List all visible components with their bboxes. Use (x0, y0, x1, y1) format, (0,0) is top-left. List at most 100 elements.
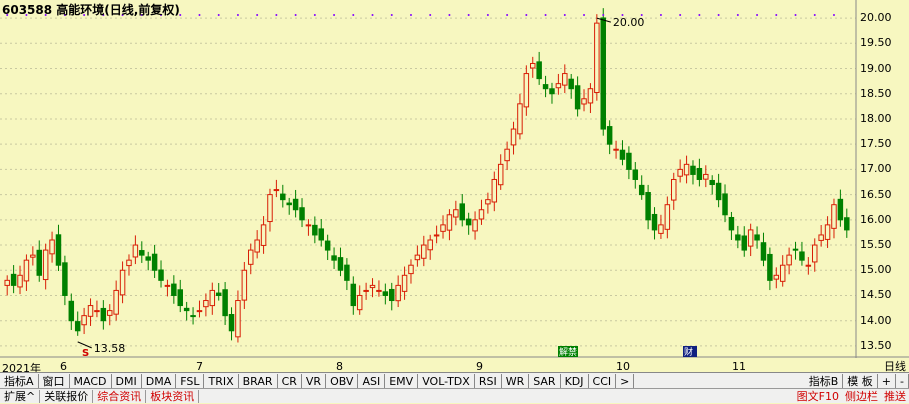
event-dot (525, 14, 528, 16)
tab-vr[interactable]: VR (302, 373, 327, 389)
indicator-tabs-bar: 指标A 窗口 MACD DMI DMA FSL TRIX BRAR CR VR … (0, 372, 909, 389)
candle-body (504, 148, 510, 162)
kline-chart-svg[interactable]: 20.00 13.58 S 解禁 财 (0, 0, 909, 358)
candle-body (818, 234, 824, 241)
y-tick-label: 17.50 (860, 137, 892, 151)
tab-rsi[interactable]: RSI (475, 373, 502, 389)
event-dot (698, 14, 701, 16)
tab-obv[interactable]: OBV (326, 373, 359, 389)
candle-body (696, 167, 703, 180)
event-dot (448, 14, 451, 16)
candle-body (703, 173, 709, 180)
sector-news-tab[interactable]: 板块资讯 (146, 389, 200, 403)
event-dot (544, 14, 547, 16)
tab-emv[interactable]: EMV (385, 373, 419, 389)
candle-body (42, 249, 49, 281)
event-dot (659, 14, 662, 16)
candle-body (401, 274, 408, 292)
event-dot (736, 14, 739, 16)
y-tick-label: 19.50 (860, 36, 892, 50)
candle-body (651, 213, 658, 231)
candle-body (228, 314, 235, 332)
tab-macd[interactable]: MACD (70, 373, 112, 389)
unlock-marker: 解禁 (559, 346, 577, 358)
y-tick-label: 18.00 (860, 111, 892, 125)
candle-body (260, 224, 267, 246)
candle-body (23, 259, 30, 282)
tab-dma[interactable]: DMA (142, 373, 177, 389)
event-dot (198, 14, 201, 16)
candle-body (4, 279, 10, 286)
candle-body (151, 253, 158, 271)
candle-body (715, 182, 722, 201)
candle-body (786, 254, 792, 266)
y-tick-label: 20.00 (860, 11, 892, 25)
tab-fsl[interactable]: FSL (176, 373, 205, 389)
candle-body (183, 307, 190, 312)
tab-kdj[interactable]: KDJ (561, 373, 589, 389)
tab-more[interactable]: > (616, 373, 635, 389)
tab-vol-tdx[interactable]: VOL-TDX (418, 373, 475, 389)
tab-cci[interactable]: CCI (589, 373, 617, 389)
candle-body (645, 192, 651, 221)
high-price-label: 20.00 (613, 16, 645, 29)
candle-body (812, 244, 818, 263)
tab-brar[interactable]: BRAR (239, 373, 278, 389)
event-dot (217, 14, 220, 16)
candle-body (683, 163, 690, 176)
event-dot (717, 14, 720, 16)
candle-body (337, 257, 344, 271)
candle-body (440, 224, 446, 232)
candle-body (523, 73, 530, 108)
event-dot (371, 14, 374, 16)
candle-body (395, 284, 401, 302)
tab-indicator-a[interactable]: 指标A (0, 373, 39, 389)
candle-body (760, 242, 767, 261)
candle-body (728, 216, 735, 231)
candle-body (837, 198, 844, 221)
tab-trix[interactable]: TRIX (204, 373, 239, 389)
expand-button[interactable]: 扩展^ (0, 389, 41, 403)
candle-body (574, 85, 581, 110)
candle-body (664, 204, 671, 230)
candle-body (632, 169, 639, 180)
candle-body (350, 283, 357, 307)
tab-asi[interactable]: ASI (358, 373, 386, 389)
candle-body (100, 307, 107, 322)
tab-window[interactable]: 窗口 (39, 373, 70, 389)
event-dot (602, 14, 605, 16)
tab-wr[interactable]: WR (502, 373, 530, 389)
tab-dmi[interactable]: DMI (112, 373, 142, 389)
candle-body (427, 239, 433, 251)
tab-mode[interactable]: 模 板 (843, 373, 878, 389)
candle-body (190, 315, 196, 318)
candle-body (568, 78, 574, 90)
candle-body (286, 202, 292, 206)
news-tab[interactable]: 综合资讯 (93, 389, 147, 403)
tab-minus[interactable]: - (896, 373, 909, 389)
candle-body (305, 224, 312, 227)
tab-cr[interactable]: CR (278, 373, 302, 389)
finance-marker: 财 (684, 346, 693, 358)
candle-body (587, 88, 594, 104)
low-price-pointer (77, 341, 92, 349)
kline-chart-area[interactable]: 20.00 13.58 S 解禁 财 603588 高能环境(日线,前复权) 20.00… (0, 0, 909, 375)
candle-body (446, 214, 453, 231)
candle-body (530, 62, 536, 69)
event-dot (794, 14, 797, 16)
tab-plus[interactable]: + (878, 373, 897, 389)
candle-body (30, 254, 36, 258)
candle-body (536, 61, 542, 80)
candle-body (55, 234, 62, 266)
related-quotes-tab[interactable]: 关联报价 (40, 389, 94, 403)
candle-body (690, 165, 696, 175)
candle-body (119, 269, 126, 296)
tab-indicator-b[interactable]: 指标B (805, 373, 844, 389)
y-tick-label: 16.50 (860, 187, 892, 201)
candle-body (389, 288, 395, 302)
tab-sar[interactable]: SAR (529, 373, 561, 389)
candle-body (677, 168, 683, 177)
candle-body (81, 315, 87, 326)
event-dot (679, 14, 682, 16)
candle-body (369, 284, 376, 289)
